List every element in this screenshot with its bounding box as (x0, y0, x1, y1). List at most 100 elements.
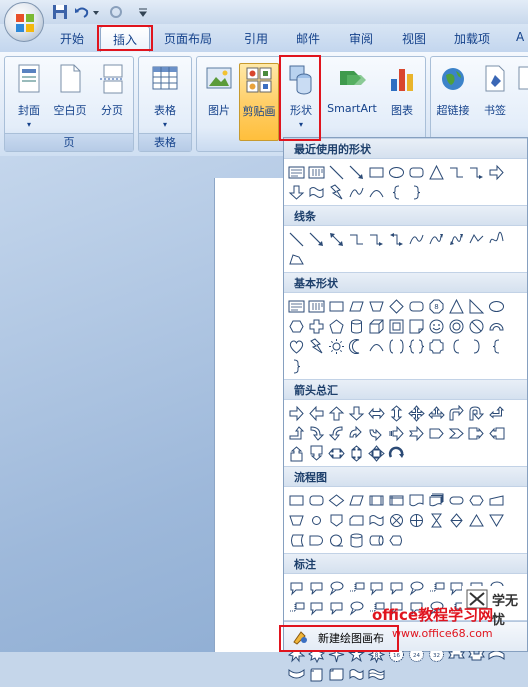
shape-roundrect-icon[interactable] (406, 162, 426, 182)
shape-arrownotched-icon[interactable] (406, 423, 426, 443)
shape-trapezoid-icon[interactable] (366, 296, 386, 316)
shape-merge-icon[interactable] (486, 510, 506, 530)
document-page[interactable] (214, 178, 294, 652)
shape-bracketright-icon[interactable] (466, 336, 486, 356)
shape-arrow-icon[interactable] (346, 162, 366, 182)
shape-stored-icon[interactable] (286, 530, 306, 550)
shape-connector-icon[interactable] (306, 510, 326, 530)
shape-chevron-icon[interactable] (446, 423, 466, 443)
shape-curvearrow-icon[interactable] (426, 229, 446, 249)
shape-c1-icon[interactable] (286, 577, 306, 597)
shape-data-icon[interactable] (346, 490, 366, 510)
chart-button[interactable]: 图表 (383, 63, 421, 118)
shape-braceleft-icon[interactable] (386, 182, 406, 202)
shape-c13-icon[interactable] (306, 597, 326, 617)
shape-braceright-icon[interactable] (286, 356, 306, 376)
tab-home[interactable]: 开始 (60, 30, 84, 47)
shape-blockarc-icon[interactable] (486, 316, 506, 336)
shape-dblarrow-icon[interactable] (326, 229, 346, 249)
shape-scribble-icon[interactable] (486, 229, 506, 249)
shape-curveddn-icon[interactable] (286, 664, 306, 684)
shape-punched-icon[interactable] (366, 510, 386, 530)
shape-moon-icon[interactable] (346, 336, 366, 356)
shape-calloutd-icon[interactable] (306, 443, 326, 463)
shape-pentagon-icon[interactable] (326, 316, 346, 336)
shape-arrowud-icon[interactable] (386, 403, 406, 423)
shape-braceright-icon[interactable] (406, 182, 426, 202)
shape-calloutud-icon[interactable] (346, 443, 366, 463)
shape-lightning-icon[interactable] (306, 336, 326, 356)
shape-heart-icon[interactable] (286, 336, 306, 356)
shape-arrowright-icon[interactable] (286, 403, 306, 423)
shape-process-icon[interactable] (286, 490, 306, 510)
shape-calloutu-icon[interactable] (286, 443, 306, 463)
office-button[interactable] (4, 2, 44, 42)
shape-textbox-icon[interactable] (286, 162, 306, 182)
shape-wave-icon[interactable] (346, 664, 366, 684)
shape-folded-icon[interactable] (406, 316, 426, 336)
undo-icon[interactable] (74, 4, 90, 20)
shape-braceleft-icon[interactable] (486, 336, 506, 356)
save-icon[interactable] (52, 4, 68, 20)
shape-arrowleft-icon[interactable] (306, 403, 326, 423)
shape-donut-icon[interactable] (446, 316, 466, 336)
shape-display-icon[interactable] (386, 530, 406, 550)
clipart-button[interactable]: 剪贴画 (239, 63, 279, 141)
smartart-button[interactable]: SmartArt (325, 63, 379, 115)
shape-elbowdbl-icon[interactable] (386, 229, 406, 249)
shape-octagon-icon[interactable]: 8 (426, 296, 446, 316)
shape-sort-icon[interactable] (446, 510, 466, 530)
shape-arrowquad-icon[interactable] (406, 403, 426, 423)
shape-vtextbox-icon[interactable] (306, 296, 326, 316)
shape-c4-icon[interactable] (346, 577, 366, 597)
shape-c3-icon[interactable] (326, 577, 346, 597)
shape-alt-icon[interactable] (306, 490, 326, 510)
blank-page-button[interactable]: 空白页 (49, 63, 91, 118)
shape-or-icon[interactable] (406, 510, 426, 530)
shape-internal-icon[interactable] (386, 490, 406, 510)
shape-triangle-icon[interactable] (426, 162, 446, 182)
shape-calloutl-icon[interactable] (486, 423, 506, 443)
shape-arrowcurvr-icon[interactable] (306, 423, 326, 443)
shape-cross-icon[interactable] (306, 316, 326, 336)
shape-bracketleft-icon[interactable] (446, 336, 466, 356)
shape-calloutlr-icon[interactable] (326, 443, 346, 463)
customize-qat-icon[interactable] (138, 4, 148, 20)
shape-arrowcurvu-icon[interactable] (346, 423, 366, 443)
shape-card-icon[interactable] (346, 510, 366, 530)
cover-page-button[interactable]: 封面 ▾ (9, 63, 49, 129)
tab-more[interactable]: A (516, 30, 524, 44)
tab-mailings[interactable]: 邮件 (296, 30, 320, 47)
shape-arrowlru-icon[interactable] (426, 403, 446, 423)
shape-rect-icon[interactable] (366, 162, 386, 182)
shape-arc-icon[interactable] (366, 336, 386, 356)
shape-c6-icon[interactable] (386, 577, 406, 597)
shape-manualinput-icon[interactable] (486, 490, 506, 510)
shape-c15-icon[interactable] (346, 597, 366, 617)
tab-view[interactable]: 视图 (402, 30, 426, 47)
picture-button[interactable]: 图片 (201, 63, 237, 118)
shape-arrow-icon[interactable] (306, 229, 326, 249)
shape-terminator-icon[interactable] (446, 490, 466, 510)
shape-pentagonarrow-icon[interactable] (426, 423, 446, 443)
shape-arc-icon[interactable] (366, 182, 386, 202)
shape-arrowlr-icon[interactable] (366, 403, 386, 423)
shape-document-icon[interactable] (406, 490, 426, 510)
shape-cube-icon[interactable] (366, 316, 386, 336)
shape-curve-icon[interactable] (406, 229, 426, 249)
shape-can-icon[interactable] (346, 316, 366, 336)
shape-manualop-icon[interactable] (286, 510, 306, 530)
shape-arrowbent-icon[interactable] (446, 403, 466, 423)
shape-vscroll-icon[interactable] (306, 664, 326, 684)
shape-curvedbl-icon[interactable] (446, 229, 466, 249)
undo-dropdown-icon[interactable] (92, 4, 100, 20)
shape-dblwave-icon[interactable] (366, 664, 386, 684)
shape-curve-icon[interactable] (346, 182, 366, 202)
bookmark-button[interactable]: 书签 (477, 63, 513, 118)
hyperlink-button[interactable]: 超链接 (433, 63, 473, 118)
shape-diamond-icon[interactable] (386, 296, 406, 316)
shape-parallelogram-icon[interactable] (346, 296, 366, 316)
shape-line-icon[interactable] (326, 162, 346, 182)
shape-bevel-icon[interactable] (386, 316, 406, 336)
shape-elbowarrow-icon[interactable] (366, 229, 386, 249)
